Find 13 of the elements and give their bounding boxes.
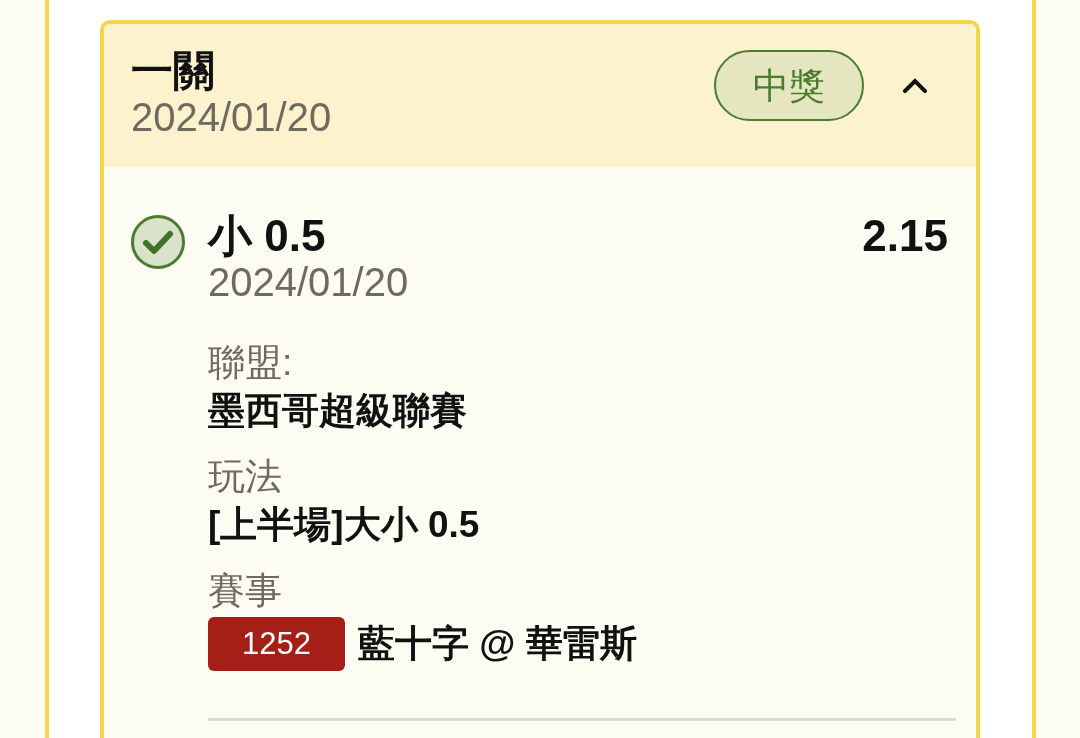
pick-label: 小 0.5 bbox=[208, 212, 326, 260]
detail-label: 聯盟: bbox=[208, 341, 293, 385]
detail-value: 墨西哥超級聯賽 bbox=[208, 389, 467, 433]
detail-label: 賽事 bbox=[208, 569, 282, 613]
match-code-tag: 1252 bbox=[208, 617, 345, 671]
match-name: 藍十字 @ 華雷斯 bbox=[358, 622, 637, 666]
odds-value: 2.15 bbox=[862, 212, 948, 260]
detail-label: 玩法 bbox=[208, 455, 282, 499]
pick-date: 2024/01/20 bbox=[208, 260, 410, 304]
ticket-date: 2024/01/20 bbox=[131, 95, 333, 139]
status-badge: 中獎 bbox=[714, 50, 864, 121]
ticket-title: 一關 bbox=[131, 47, 216, 95]
detail-value: [上半場]大小 0.5 bbox=[208, 503, 480, 547]
